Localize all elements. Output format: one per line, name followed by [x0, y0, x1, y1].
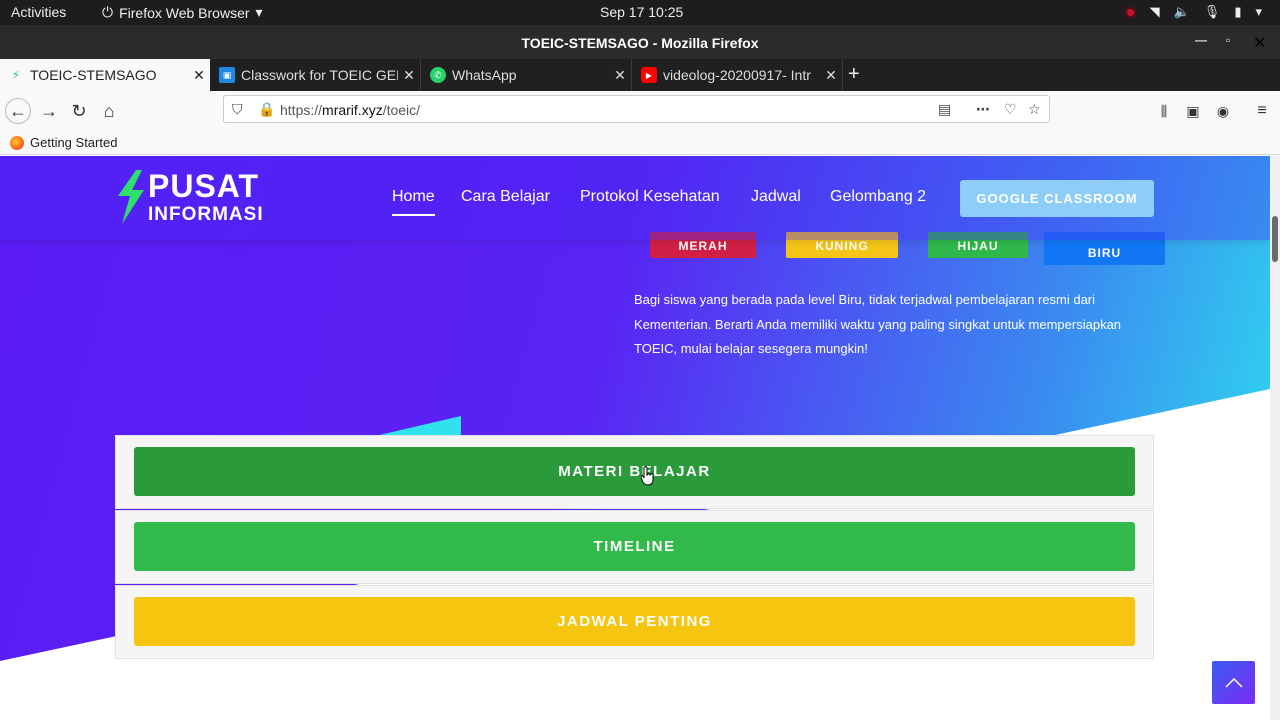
home-button[interactable]: ⌂	[96, 98, 122, 124]
bookmark-label: Getting Started	[30, 135, 118, 150]
tab-whatsapp[interactable]: ✆ WhatsApp ✕	[422, 59, 632, 91]
tab-classwork[interactable]: ▣ Classwork for TOEIC GEL ✕	[211, 59, 421, 91]
accordion-item-timeline: TIMELINE	[115, 510, 1154, 584]
stemsago-favicon: ⚡	[11, 68, 21, 82]
more-actions-icon[interactable]: ⋯	[976, 101, 990, 118]
close-tab-icon[interactable]: ✕	[609, 67, 631, 84]
whatsapp-favicon: ✆	[430, 67, 446, 83]
nav-jadwal[interactable]: Jadwal	[751, 188, 801, 206]
tab-label: Classwork for TOEIC GEL	[241, 67, 398, 83]
url-bar[interactable]: ⛉ 🔒 https://mrarif.xyz/toeic/ ▤ ⋯ ♡ ☆	[223, 95, 1050, 123]
window-titlebar: TOEIC-STEMSAGO - Mozilla Firefox — ▫	[0, 25, 1280, 59]
shield-icon[interactable]: ⛉	[232, 101, 243, 118]
lock-icon[interactable]: 🔒	[258, 101, 275, 118]
wifi-icon: ◥	[1149, 4, 1160, 19]
url-domain: mrarif.xyz	[322, 102, 383, 118]
url-path: /toeic/	[382, 102, 421, 118]
timeline-button[interactable]: TIMELINE	[134, 522, 1135, 571]
battery-icon: ▮	[1234, 4, 1242, 19]
new-tab-button[interactable]: +	[848, 63, 860, 86]
nav-protokol-kesehatan[interactable]: Protokol Kesehatan	[580, 188, 720, 206]
activities-button[interactable]: Activities	[11, 4, 66, 20]
lightning-bolt-icon	[118, 170, 144, 224]
chevron-up-icon	[1224, 677, 1243, 688]
nav-toolbar: ← → ↻ ⌂ ⛉ 🔒 https://mrarif.xyz/toeic/ ▤ …	[0, 91, 1280, 129]
tab-videolog[interactable]: ▶ videolog-20200917- Intr ✕	[633, 59, 843, 91]
logo-line1: PUSAT	[148, 168, 260, 204]
pocket-icon[interactable]: ♡	[1004, 101, 1017, 118]
system-tray[interactable]: ◥ 🔈 🎙 ▮ ▾	[1124, 4, 1262, 20]
tab-label: videolog-20200917- Intr	[663, 67, 811, 83]
bookmark-star-icon[interactable]: ☆	[1028, 101, 1041, 118]
close-tab-icon[interactable]: ✕	[820, 67, 842, 84]
google-classroom-button[interactable]: GOOGLE CLASSROOM	[960, 180, 1154, 217]
logo-line2: INFORMASI	[148, 204, 264, 225]
firefox-power-icon: ⏻	[102, 4, 114, 20]
hamburger-menu-icon[interactable]: ≡	[1249, 98, 1275, 124]
nav-cara-belajar[interactable]: Cara Belajar	[461, 188, 550, 206]
classroom-favicon: ▣	[219, 67, 235, 83]
page-scrollbar[interactable]	[1270, 156, 1280, 720]
firefox-icon	[10, 135, 24, 150]
window-close-button[interactable]: ✕	[1253, 33, 1266, 53]
record-indicator-icon	[1124, 6, 1136, 18]
app-menu[interactable]: ⏻ Firefox Web Browser ▾	[102, 4, 263, 21]
close-tab-icon[interactable]: ✕	[188, 67, 210, 84]
microphone-icon: 🎙	[1203, 4, 1221, 19]
url-prefix: https://	[280, 102, 323, 118]
back-to-top-button[interactable]	[1212, 661, 1255, 704]
library-icon[interactable]: ⫼	[1151, 98, 1177, 124]
url-text[interactable]: https://mrarif.xyz/toeic/	[280, 102, 420, 118]
hand-cursor-icon	[641, 466, 654, 486]
maximize-icon[interactable]: ▫	[1226, 33, 1230, 47]
app-menu-label: Firefox Web Browser	[119, 4, 250, 21]
site-header: PUSAT INFORMASI Home Cara Belajar Protok…	[0, 156, 1270, 240]
accordion-item-materi: MATERI BELAJAR	[115, 435, 1154, 509]
tab-label: TOEIC-STEMSAGO	[30, 67, 157, 83]
back-button[interactable]: ←	[5, 98, 31, 124]
tab-label: WhatsApp	[452, 67, 517, 83]
forward-button[interactable]: →	[36, 98, 62, 124]
level-description: Bagi siswa yang berada pada level Biru, …	[634, 292, 1122, 356]
bookmarks-toolbar: Getting Started	[0, 129, 1280, 155]
reload-button[interactable]: ↻	[66, 98, 92, 124]
tab-toeic-stemsago[interactable]: ⚡ TOEIC-STEMSAGO ✕	[0, 59, 210, 91]
account-icon[interactable]: ◉	[1210, 98, 1236, 124]
nav-home[interactable]: Home	[392, 188, 435, 216]
nav-gelombang-2[interactable]: Gelombang 2	[830, 188, 926, 206]
page-viewport: MERAH KUNING HIJAU BIRU Bagi siswa yang …	[0, 156, 1270, 720]
reader-view-icon[interactable]: ▤	[938, 101, 951, 118]
youtube-favicon: ▶	[641, 67, 657, 83]
chevron-down-icon: ▾	[1255, 4, 1262, 19]
chevron-down-icon: ▾	[255, 4, 263, 20]
bookmark-getting-started[interactable]: Getting Started	[10, 135, 117, 150]
close-tab-icon[interactable]: ✕	[398, 67, 420, 84]
sidebar-icon[interactable]: ▣	[1180, 98, 1206, 124]
window-title: TOEIC-STEMSAGO - Mozilla Firefox	[521, 35, 759, 51]
accordion-item-jadwal: JADWAL PENTING	[115, 585, 1154, 659]
scrollbar-thumb[interactable]	[1272, 216, 1278, 262]
volume-icon: 🔈	[1173, 4, 1190, 19]
clock[interactable]: Sep 17 10:25	[600, 4, 683, 20]
materi-belajar-button[interactable]: MATERI BELAJAR	[134, 447, 1135, 496]
gnome-top-bar: Activities ⏻ Firefox Web Browser ▾ Sep 1…	[0, 0, 1280, 25]
tab-bar: ⚡ TOEIC-STEMSAGO ✕ ▣ Classwork for TOEIC…	[0, 59, 1280, 91]
minimize-icon[interactable]: —	[1195, 33, 1207, 47]
jadwal-penting-button[interactable]: JADWAL PENTING	[134, 597, 1135, 646]
